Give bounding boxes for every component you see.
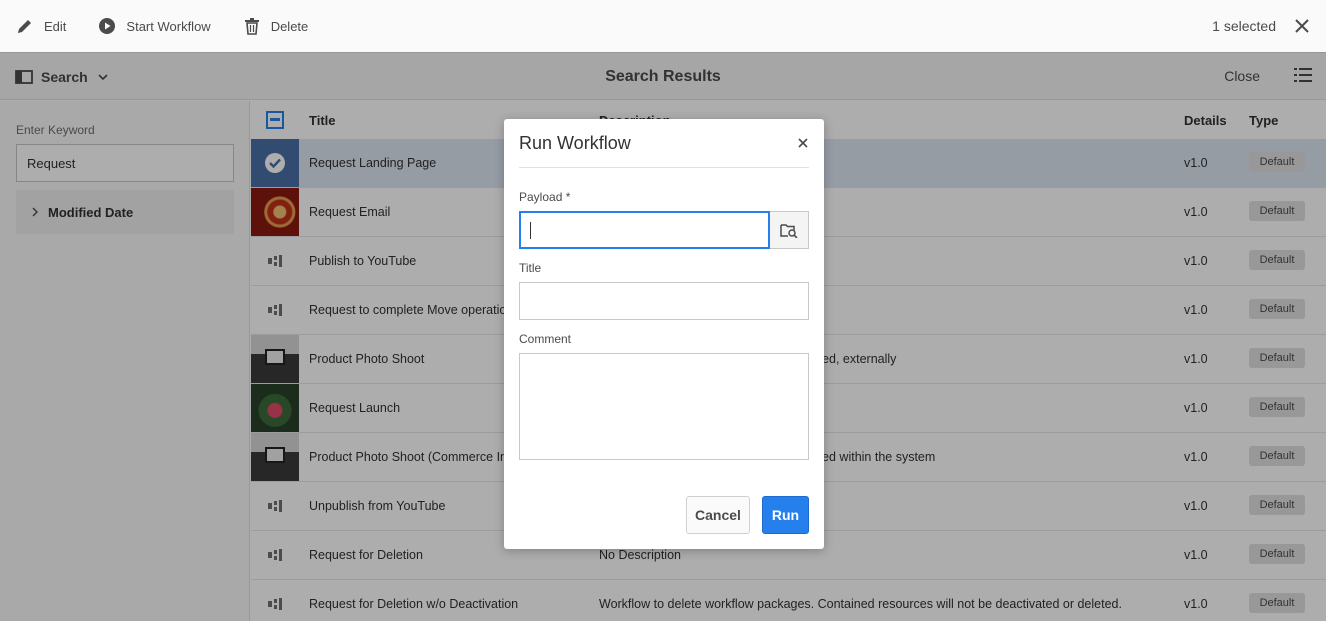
- edit-button[interactable]: Edit: [0, 0, 82, 52]
- folder-search-icon: [780, 224, 798, 238]
- edit-label: Edit: [44, 18, 67, 34]
- run-workflow-dialog: Run Workflow Payload * Title Comment Can…: [504, 119, 824, 549]
- selection-count: 1 selected: [1212, 18, 1276, 34]
- play-circle-icon: [99, 18, 116, 34]
- cancel-button[interactable]: Cancel: [686, 496, 750, 534]
- close-icon: [798, 138, 808, 148]
- comment-label: Comment: [519, 332, 572, 346]
- clear-selection-button[interactable]: [1286, 0, 1318, 52]
- payload-label: Payload *: [519, 190, 571, 204]
- comment-textarea[interactable]: [519, 353, 809, 460]
- delete-button[interactable]: Delete: [227, 0, 325, 52]
- dialog-title: Run Workflow: [519, 133, 631, 153]
- payload-picker-button[interactable]: [770, 211, 809, 249]
- text-caret: [530, 222, 531, 239]
- payload-input[interactable]: [519, 211, 770, 249]
- title-input[interactable]: [519, 282, 809, 320]
- pencil-icon: [18, 20, 31, 33]
- start-workflow-button[interactable]: Start Workflow: [82, 0, 226, 52]
- start-workflow-label: Start Workflow: [126, 18, 211, 34]
- trash-icon: [244, 18, 259, 35]
- close-icon: [1295, 19, 1309, 33]
- title-label: Title: [519, 261, 542, 275]
- delete-label: Delete: [270, 18, 309, 34]
- dialog-divider: [519, 167, 809, 168]
- run-button[interactable]: Run: [762, 496, 809, 534]
- dialog-close-button[interactable]: [798, 136, 808, 151]
- action-bar: Edit Start Workflow Delete 1 selected: [0, 0, 1326, 52]
